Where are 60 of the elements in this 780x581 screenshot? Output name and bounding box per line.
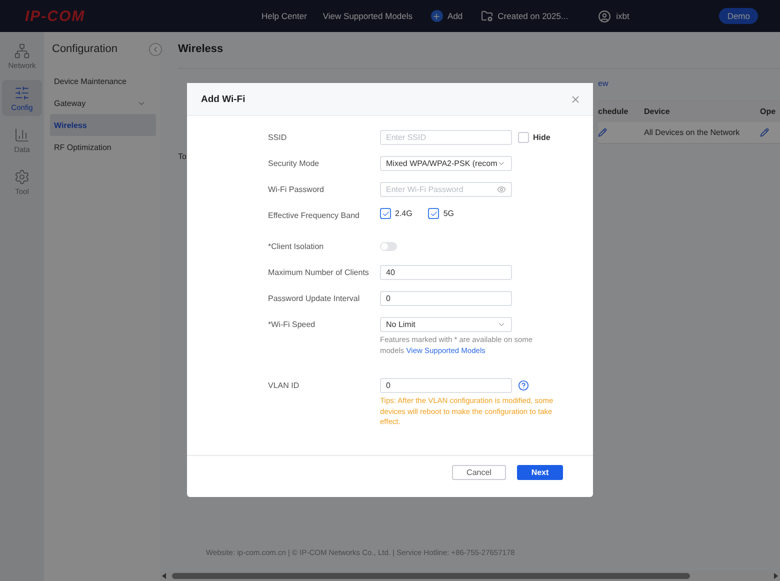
help-icon[interactable] [518,380,529,391]
demo-button[interactable]: Demo [719,8,758,24]
top-link[interactable]: Help Center [262,11,307,21]
checkbox[interactable] [428,208,440,219]
checkbox-label: Hide [533,133,550,142]
chart-icon [14,126,30,142]
input-field[interactable]: 40 [380,265,512,280]
cancel-button[interactable]: Cancel [452,465,506,480]
user-name[interactable]: ixbt [616,11,630,21]
folder-gear-icon[interactable] [480,10,493,22]
edit-icon[interactable] [598,128,607,137]
field-label: SSID [268,132,288,142]
check-icon [382,210,390,218]
next-button[interactable]: Next [517,465,563,480]
checkbox[interactable] [518,132,529,143]
field-label: *Wi-Fi Speed [268,319,316,329]
add-label[interactable]: Add [448,11,463,21]
column-header: Ope [760,106,777,116]
eye-icon[interactable] [497,185,506,194]
edit-icon[interactable] [760,128,769,137]
settings-icon [14,168,30,184]
logo: IP-COM [25,8,86,24]
field-label: Effective Frequency Band [268,210,360,220]
page-title: Wireless [178,42,224,57]
menu-item[interactable]: RF Optimization [50,136,156,158]
select-field[interactable]: Mixed WPA/WPA2-PSK (recom [380,156,512,171]
dialog-title: Add Wi-Fi [201,94,246,104]
top-link[interactable]: View Supported Models [322,11,413,21]
add-icon[interactable] [430,10,443,22]
field-label: VLAN ID [268,380,300,390]
network-icon [14,42,30,58]
menu-item[interactable]: Wireless [50,114,156,136]
checkbox-label: 5G [443,209,454,218]
created-label[interactable]: Created on 2025... [498,11,568,21]
menu-item[interactable]: Device Maintenance [50,70,156,92]
link[interactable]: ew [598,79,608,88]
field-label: *Client Isolation [268,241,325,251]
input-field[interactable]: 0 [380,291,512,306]
total-text: To [178,152,188,161]
user-icon[interactable] [598,10,612,22]
select-field[interactable]: No Limit [380,317,512,332]
input-field[interactable]: 0 [380,378,512,393]
chevron-down-icon [497,320,506,329]
field-label: Maximum Number of Clients [268,267,370,277]
panel-title: Configuration [51,43,118,55]
field-label: Password Update Interval [268,293,361,303]
check-icon [430,210,438,218]
field-label: Security Mode [268,158,320,168]
table-cell-text: All Devices on the Network [644,128,741,137]
column-header: chedule [598,106,630,116]
chevron-down-icon [497,159,506,168]
sliders-icon [14,84,30,100]
checkbox-label: 2.4G [395,209,412,218]
toggle-switch[interactable] [380,242,397,251]
field-label: Wi-Fi Password [268,184,326,194]
checkbox[interactable] [380,208,391,219]
horizontal-scrollbar[interactable] [160,571,780,581]
menu-item[interactable]: Gateway [50,92,156,114]
column-header: Device [644,106,671,116]
close-icon[interactable] [570,94,581,104]
